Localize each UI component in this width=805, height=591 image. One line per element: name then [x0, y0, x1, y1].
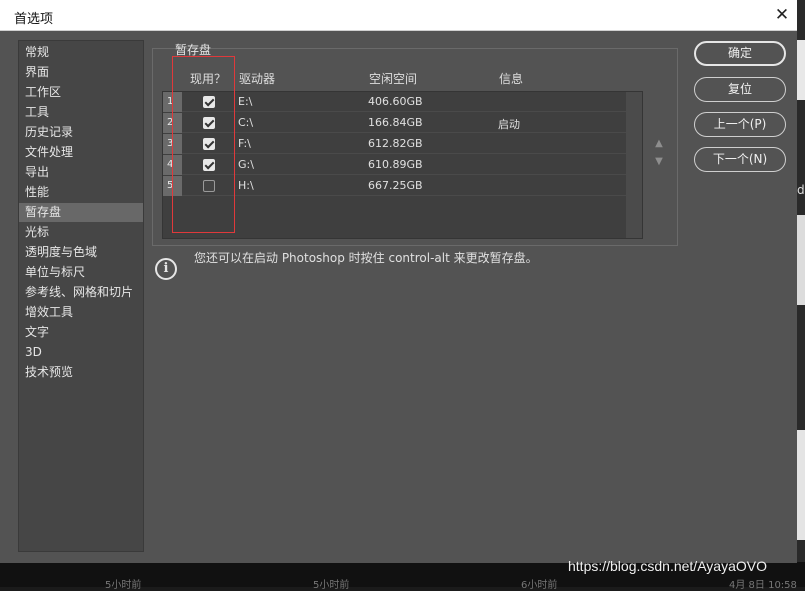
- drive-cell: G:\: [238, 158, 254, 171]
- info-cell: 启动: [498, 118, 520, 131]
- category-performance[interactable]: 性能: [19, 183, 143, 202]
- category-transparency-gamut[interactable]: 透明度与色域: [19, 243, 143, 262]
- background-timestamp: 6小时前: [521, 580, 558, 591]
- background-thumbnail: [796, 430, 805, 540]
- column-header-drive: 驱动器: [239, 72, 276, 86]
- free-space-cell: 612.82GB: [368, 137, 423, 150]
- background-timestamp: 4月 8日 10:58: [729, 580, 797, 591]
- category-export[interactable]: 导出: [19, 163, 143, 182]
- background-timestamp: 5小时前: [105, 580, 142, 591]
- free-space-cell: 667.25GB: [368, 179, 423, 192]
- window-title: 首选项: [14, 12, 54, 27]
- next-button[interactable]: 下一个(N): [694, 147, 786, 172]
- preferences-dialog: 首选项 ✕ 常规 界面 工作区 工具 历史记录 文件处理 导出 性能 暂存盘 光…: [0, 0, 797, 563]
- drive-cell: H:\: [238, 179, 254, 192]
- close-icon[interactable]: ✕: [772, 5, 792, 25]
- category-plugins[interactable]: 增效工具: [19, 303, 143, 322]
- category-file-handling[interactable]: 文件处理: [19, 143, 143, 162]
- category-scratch-disks[interactable]: 暂存盘: [19, 203, 143, 222]
- background-timestamp: 5小时前: [313, 580, 350, 591]
- column-header-free-space: 空闲空间: [369, 72, 418, 86]
- drive-cell: F:\: [238, 137, 251, 150]
- free-space-cell: 406.60GB: [368, 95, 423, 108]
- move-up-icon[interactable]: ▲: [653, 138, 665, 150]
- column-header-info: 信息: [499, 72, 524, 86]
- category-general[interactable]: 常规: [19, 43, 143, 62]
- reset-button[interactable]: 复位: [694, 77, 786, 102]
- category-history[interactable]: 历史记录: [19, 123, 143, 142]
- previous-button[interactable]: 上一个(P): [694, 112, 786, 137]
- hint-text: 您还可以在启动 Photoshop 时按住 control-alt 来更改暂存盘…: [194, 251, 538, 265]
- move-down-icon[interactable]: ▼: [653, 156, 665, 168]
- watermark-text: https://blog.csdn.net/AyayaOVO: [568, 558, 767, 574]
- table-scrollbar[interactable]: [626, 92, 642, 238]
- info-icon: i: [155, 258, 177, 280]
- drive-cell: E:\: [238, 95, 253, 108]
- background-edge-text: d: [797, 183, 805, 197]
- title-bar: 首选项 ✕: [0, 0, 797, 31]
- category-list: 常规 界面 工作区 工具 历史记录 文件处理 导出 性能 暂存盘 光标 透明度与…: [18, 40, 144, 552]
- background-thumbnail: [796, 40, 805, 100]
- drive-cell: C:\: [238, 116, 254, 129]
- ok-button[interactable]: 确定: [694, 41, 786, 66]
- background-thumbnail: [796, 215, 805, 305]
- category-guides-grid-slices[interactable]: 参考线、网格和切片: [19, 283, 143, 302]
- free-space-cell: 610.89GB: [368, 158, 423, 171]
- category-3d[interactable]: 3D: [19, 343, 143, 362]
- category-cursors[interactable]: 光标: [19, 223, 143, 242]
- category-interface[interactable]: 界面: [19, 63, 143, 82]
- free-space-cell: 166.84GB: [368, 116, 423, 129]
- category-tech-previews[interactable]: 技术预览: [19, 363, 143, 382]
- highlight-annotation-box: [172, 56, 235, 233]
- category-units-rulers[interactable]: 单位与标尺: [19, 263, 143, 282]
- category-tools[interactable]: 工具: [19, 103, 143, 122]
- category-workspace[interactable]: 工作区: [19, 83, 143, 102]
- category-type[interactable]: 文字: [19, 323, 143, 342]
